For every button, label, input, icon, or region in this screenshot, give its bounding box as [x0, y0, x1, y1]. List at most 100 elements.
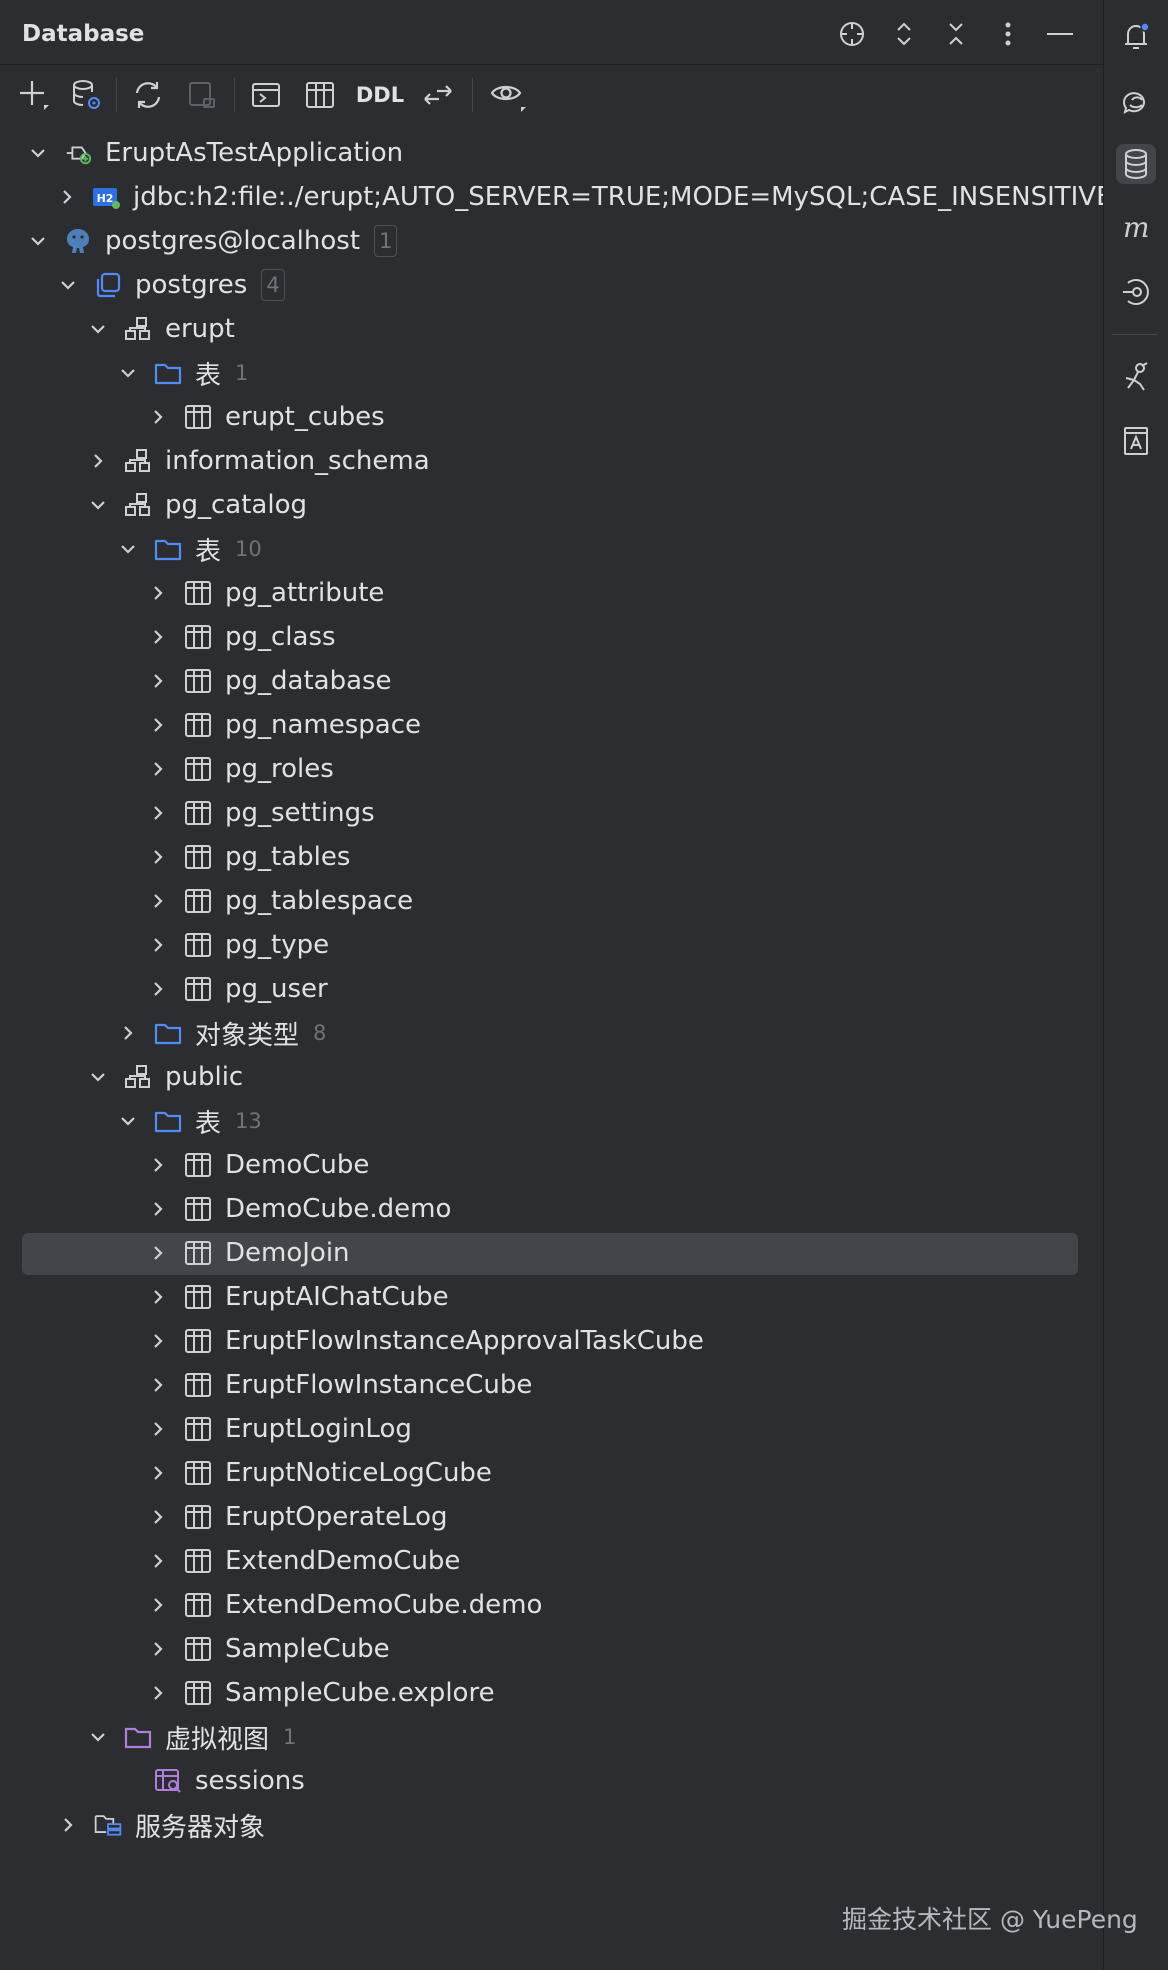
minimize-icon[interactable]	[1042, 16, 1078, 52]
ai-assistant-icon[interactable]	[1116, 82, 1156, 122]
chevron-right-icon[interactable]	[147, 1594, 169, 1616]
chevron-right-icon[interactable]	[147, 1198, 169, 1220]
chevron-right-icon[interactable]	[147, 802, 169, 824]
ant-build-icon[interactable]	[1116, 356, 1156, 396]
chevron-right-icon[interactable]	[147, 934, 169, 956]
tree-node[interactable]: pg_type	[0, 923, 1103, 967]
tree-node[interactable]: public	[0, 1055, 1103, 1099]
maven-icon[interactable]: m	[1116, 208, 1156, 248]
tree-node[interactable]: 表1	[0, 351, 1103, 395]
table-icon	[183, 1194, 213, 1224]
chevron-right-icon[interactable]	[87, 450, 109, 472]
chevron-right-icon[interactable]	[147, 1638, 169, 1660]
chevron-right-icon[interactable]	[147, 1374, 169, 1396]
tree-node[interactable]: pg_namespace	[0, 703, 1103, 747]
tree-node[interactable]: sessions	[0, 1759, 1103, 1803]
chevron-down-icon[interactable]	[27, 230, 49, 252]
chevron-right-icon[interactable]	[147, 582, 169, 604]
add-icon[interactable]	[14, 75, 54, 115]
tree-node[interactable]: EruptAsTestApplication	[0, 131, 1103, 175]
chevron-right-icon[interactable]	[147, 406, 169, 428]
tree-node[interactable]: SampleCube	[0, 1627, 1103, 1671]
chevron-down-icon[interactable]	[117, 1110, 139, 1132]
tree-node[interactable]: EruptNoticeLogCube	[0, 1451, 1103, 1495]
chevron-right-icon[interactable]	[147, 1506, 169, 1528]
chevron-right-icon[interactable]	[147, 1682, 169, 1704]
chevron-down-icon[interactable]	[87, 1726, 109, 1748]
chevron-down-icon[interactable]	[57, 274, 79, 296]
tree-node[interactable]: erupt	[0, 307, 1103, 351]
expand-all-icon[interactable]	[886, 16, 922, 52]
chevron-right-icon[interactable]	[57, 1814, 79, 1836]
tree-node[interactable]: 对象类型 8	[0, 1011, 1103, 1055]
tree-node[interactable]: 服务器对象	[0, 1803, 1103, 1847]
chevron-right-icon[interactable]	[147, 1286, 169, 1308]
tree-node[interactable]: pg_tablespace	[0, 879, 1103, 923]
more-options-icon[interactable]	[990, 16, 1026, 52]
view-options-icon[interactable]	[486, 75, 530, 115]
tree-node[interactable]: pg_class	[0, 615, 1103, 659]
chevron-down-icon[interactable]	[87, 494, 109, 516]
tree-node[interactable]: 表 13	[0, 1099, 1103, 1143]
notifications-icon[interactable]	[1116, 16, 1156, 56]
chevron-right-icon[interactable]	[147, 890, 169, 912]
chevron-right-icon[interactable]	[57, 186, 77, 208]
tree-node[interactable]: information_schema	[0, 439, 1103, 483]
tree-node[interactable]: pg_roles	[0, 747, 1103, 791]
query-console-icon[interactable]	[246, 75, 286, 115]
collapse-all-icon[interactable]	[938, 16, 974, 52]
tree-node[interactable]: pg_attribute	[0, 571, 1103, 615]
tree-node[interactable]: pg_database	[0, 659, 1103, 703]
chevron-right-icon[interactable]	[147, 1550, 169, 1572]
tree-node[interactable]: EruptLoginLog	[0, 1407, 1103, 1451]
tree-node[interactable]: pg_tables	[0, 835, 1103, 879]
chevron-down-icon[interactable]	[87, 1066, 109, 1088]
tree-node[interactable]: DemoCube	[0, 1143, 1103, 1187]
jump-to-icon[interactable]	[418, 75, 458, 115]
chevron-down-icon[interactable]	[87, 318, 109, 340]
tree-node[interactable]: EruptFlowInstanceApprovalTaskCube	[0, 1319, 1103, 1363]
tree-node[interactable]: SampleCube.explore	[0, 1671, 1103, 1715]
tree-node[interactable]: 表 10	[0, 527, 1103, 571]
tree-node[interactable]: ExtendDemoCube	[0, 1539, 1103, 1583]
chevron-right-icon[interactable]	[147, 1154, 169, 1176]
disconnect-icon[interactable]	[182, 75, 222, 115]
tree-node[interactable]: postgres 4	[0, 263, 1103, 307]
ddl-button[interactable]: DDL	[352, 75, 408, 115]
chevron-right-icon[interactable]	[147, 1418, 169, 1440]
chevron-right-icon[interactable]	[147, 1330, 169, 1352]
chevron-right-icon[interactable]	[147, 626, 169, 648]
chevron-right-icon[interactable]	[147, 1462, 169, 1484]
chevron-right-icon[interactable]	[147, 670, 169, 692]
tree-node[interactable]: pg_settings	[0, 791, 1103, 835]
tree-node[interactable]: EruptAIChatCube	[0, 1275, 1103, 1319]
chevron-right-icon[interactable]	[117, 1022, 139, 1044]
tree-node[interactable]: EruptFlowInstanceCube	[0, 1363, 1103, 1407]
tree-node[interactable]: DemoCube.demo	[0, 1187, 1103, 1231]
tree-node[interactable]: postgres@localhost 1	[0, 219, 1103, 263]
datasource-properties-icon[interactable]	[66, 75, 106, 115]
chevron-right-icon[interactable]	[147, 978, 169, 1000]
tree-node[interactable]: H2 jdbc:h2:file:./erupt;AUTO_SERVER=TRUE;…	[0, 175, 1103, 219]
tree-node[interactable]: 虚拟视图 1	[0, 1715, 1103, 1759]
locate-icon[interactable]	[834, 16, 870, 52]
tree-node[interactable]: pg_user	[0, 967, 1103, 1011]
chevron-right-icon[interactable]	[147, 1242, 169, 1264]
chevron-down-icon[interactable]	[117, 538, 139, 560]
tree-node[interactable]: EruptOperateLog	[0, 1495, 1103, 1539]
table-icon	[183, 666, 213, 696]
chevron-down-icon[interactable]	[27, 142, 49, 164]
chevron-down-icon[interactable]	[117, 362, 139, 384]
table-view-icon[interactable]	[300, 75, 340, 115]
refresh-icon[interactable]	[128, 75, 168, 115]
chevron-right-icon[interactable]	[147, 758, 169, 780]
chevron-right-icon[interactable]	[147, 846, 169, 868]
tree-node[interactable]: erupt_cubes	[0, 395, 1103, 439]
text-document-icon[interactable]	[1116, 420, 1156, 460]
tree-node[interactable]: DemoJoin	[0, 1231, 1103, 1275]
database-tab-icon[interactable]	[1116, 144, 1156, 184]
tree-node[interactable]: ExtendDemoCube.demo	[0, 1583, 1103, 1627]
tree-node[interactable]: pg_catalog	[0, 483, 1103, 527]
chevron-right-icon[interactable]	[147, 714, 169, 736]
endpoints-icon[interactable]	[1116, 272, 1156, 312]
